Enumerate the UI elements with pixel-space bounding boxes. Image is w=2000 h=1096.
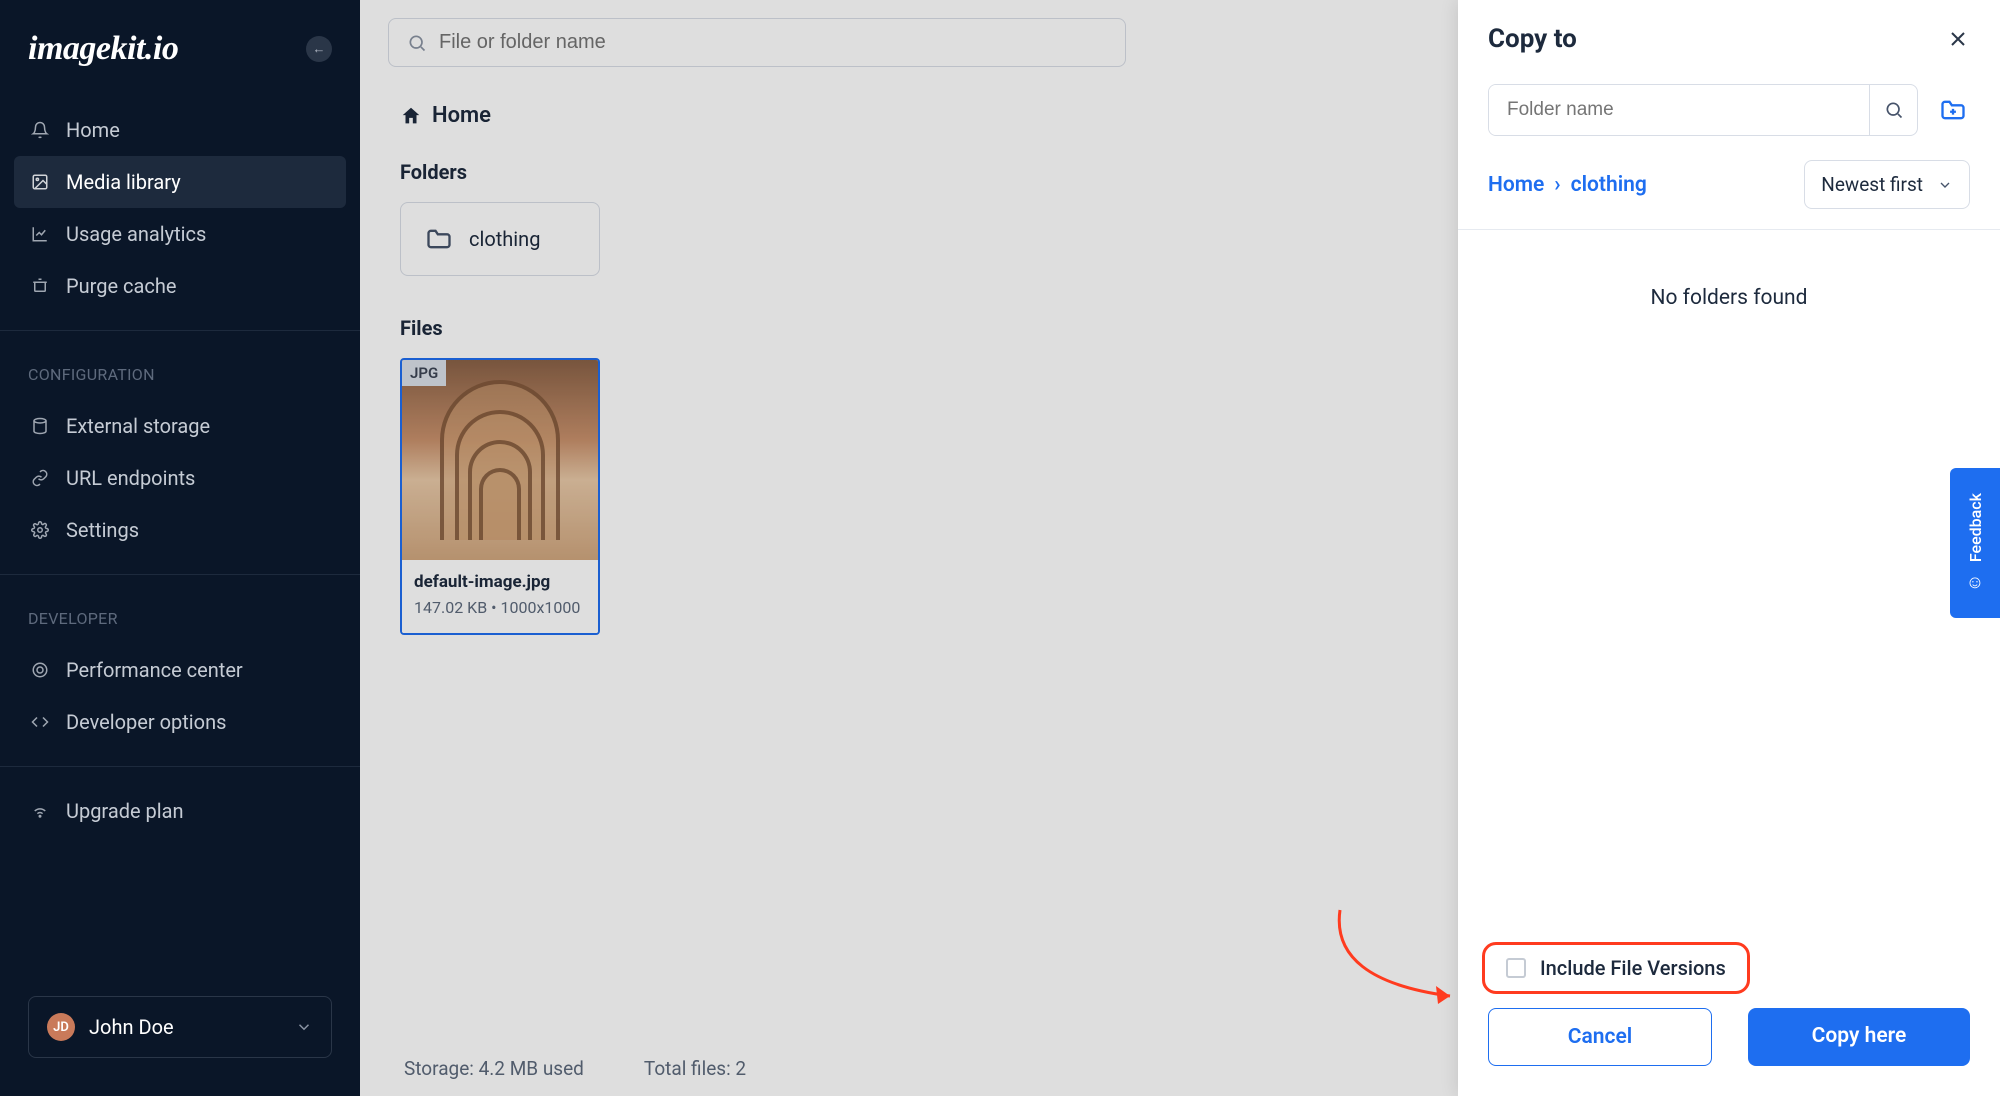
user-menu[interactable]: JD John Doe bbox=[28, 996, 332, 1058]
cancel-button[interactable]: Cancel bbox=[1488, 1008, 1712, 1066]
folder-card[interactable]: clothing bbox=[400, 202, 600, 276]
link-icon bbox=[30, 469, 50, 487]
sidebar-item-label: Usage analytics bbox=[66, 222, 206, 246]
feedback-tab[interactable]: Feedback ☺ bbox=[1950, 468, 2000, 618]
section-label-configuration: CONFIGURATION bbox=[0, 341, 360, 392]
sidebar-collapse-button[interactable]: ← bbox=[306, 36, 332, 62]
copy-here-button[interactable]: Copy here bbox=[1748, 1008, 1970, 1066]
folder-search-input[interactable] bbox=[1489, 85, 1869, 135]
sidebar-item-label: Developer options bbox=[66, 710, 226, 734]
sidebar-item-label: URL endpoints bbox=[66, 466, 195, 490]
section-label-developer: DEVELOPER bbox=[0, 585, 360, 636]
include-label: Include File Versions bbox=[1540, 956, 1726, 980]
chevron-down-icon bbox=[295, 1018, 313, 1036]
sidebar-item-label: External storage bbox=[66, 414, 210, 438]
sidebar-item-performance-center[interactable]: Performance center bbox=[14, 644, 346, 696]
search-icon bbox=[407, 33, 427, 53]
chart-icon bbox=[30, 225, 50, 243]
breadcrumb-home[interactable]: Home bbox=[432, 103, 491, 128]
sidebar-item-label: Settings bbox=[66, 518, 139, 542]
sidebar-item-home[interactable]: Home bbox=[14, 104, 346, 156]
include-file-versions-checkbox[interactable]: Include File Versions bbox=[1488, 946, 1744, 990]
chevron-down-icon bbox=[1937, 177, 1953, 193]
sidebar-item-settings[interactable]: Settings bbox=[14, 504, 346, 556]
sort-select[interactable]: Newest first bbox=[1804, 160, 1970, 209]
sidebar-item-url-endpoints[interactable]: URL endpoints bbox=[14, 452, 346, 504]
sidebar-item-external-storage[interactable]: External storage bbox=[14, 400, 346, 452]
sidebar-item-label: Media library bbox=[66, 170, 181, 194]
sidebar-item-purge-cache[interactable]: Purge cache bbox=[14, 260, 346, 312]
empty-state-text: No folders found bbox=[1651, 286, 1808, 310]
gear-icon bbox=[30, 521, 50, 539]
target-icon bbox=[30, 661, 50, 679]
user-name: John Doe bbox=[89, 1015, 281, 1039]
folder-search-box[interactable] bbox=[1488, 84, 1918, 136]
close-button[interactable] bbox=[1946, 27, 1970, 51]
search-box[interactable] bbox=[388, 18, 1126, 67]
storage-used: Storage: 4.2 MB used bbox=[404, 1057, 584, 1080]
checkbox-icon bbox=[1506, 958, 1526, 978]
total-files: Total files: 2 bbox=[644, 1057, 746, 1080]
folder-icon bbox=[425, 225, 453, 253]
copy-to-panel: Copy to Home › clothing Newest first bbox=[1458, 0, 2000, 1096]
sidebar-item-usage-analytics[interactable]: Usage analytics bbox=[14, 208, 346, 260]
sidebar-item-media-library[interactable]: Media library bbox=[14, 156, 346, 208]
folder-search-submit[interactable] bbox=[1869, 85, 1917, 135]
panel-crumb-home[interactable]: Home bbox=[1488, 173, 1544, 197]
smile-icon: ☺ bbox=[1966, 572, 1984, 593]
sidebar-item-label: Upgrade plan bbox=[66, 799, 184, 823]
panel-crumb-current[interactable]: clothing bbox=[1571, 173, 1647, 197]
sort-label: Newest first bbox=[1821, 173, 1923, 196]
arrow-left-icon: ← bbox=[313, 41, 326, 57]
panel-breadcrumb: Home › clothing bbox=[1488, 173, 1647, 197]
chevron-right-icon: › bbox=[1554, 173, 1560, 197]
new-folder-button[interactable] bbox=[1936, 95, 1970, 125]
file-name: default-image.jpg bbox=[414, 572, 586, 592]
sidebar-item-upgrade-plan[interactable]: Upgrade plan bbox=[14, 785, 346, 837]
image-icon bbox=[30, 173, 50, 191]
code-icon bbox=[30, 713, 50, 731]
sidebar-item-label: Purge cache bbox=[66, 274, 176, 298]
file-thumbnail: JPG bbox=[402, 360, 598, 560]
search-input[interactable] bbox=[439, 31, 1107, 54]
avatar: JD bbox=[47, 1013, 75, 1041]
home-icon bbox=[400, 105, 422, 127]
panel-body: No folders found bbox=[1458, 230, 2000, 928]
panel-title: Copy to bbox=[1488, 24, 1577, 54]
database-icon bbox=[30, 417, 50, 435]
file-size-dimensions: 147.02 KB • 1000x1000 bbox=[414, 598, 586, 617]
sidebar: imagekit.io ← Home Media library Usage a… bbox=[0, 0, 360, 1096]
brand-logo: imagekit.io bbox=[28, 30, 178, 68]
sidebar-item-label: Performance center bbox=[66, 658, 243, 682]
sidebar-item-developer-options[interactable]: Developer options bbox=[14, 696, 346, 748]
feedback-label: Feedback bbox=[1966, 493, 1985, 562]
sidebar-item-label: Home bbox=[66, 118, 120, 142]
wifi-icon bbox=[30, 802, 50, 820]
bell-icon bbox=[30, 121, 50, 139]
trash-icon bbox=[30, 277, 50, 295]
file-card[interactable]: JPG default-image.jpg 147.02 KB • 1000x1… bbox=[400, 358, 600, 635]
folder-name: clothing bbox=[469, 227, 540, 251]
